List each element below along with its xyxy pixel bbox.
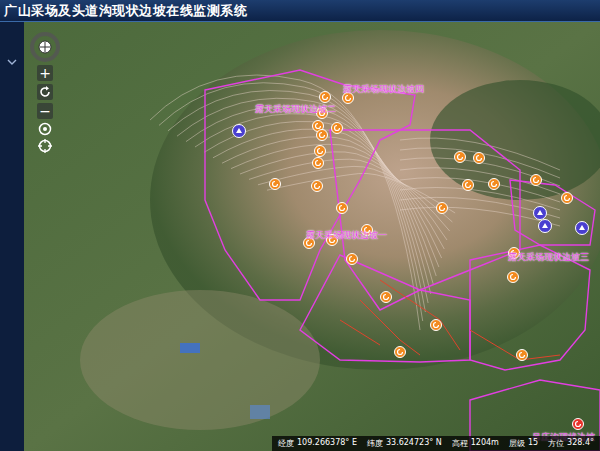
- monitor-pin-icon[interactable]: [562, 193, 573, 204]
- station-pin-icon[interactable]: [539, 220, 552, 233]
- status-label: 方位: [548, 438, 564, 449]
- pin-dot[interactable]: [343, 93, 354, 104]
- zoom-out-button[interactable]: −: [37, 103, 53, 119]
- pin-dot[interactable]: [534, 207, 547, 220]
- locate-icon[interactable]: [38, 122, 52, 136]
- pin-dot[interactable]: [233, 125, 246, 138]
- pin-dot[interactable]: [347, 254, 358, 265]
- monitor-pin-icon[interactable]: [337, 203, 348, 214]
- area-label: 露天采场现状边坡一: [306, 230, 387, 241]
- monitor-pin-icon[interactable]: [437, 203, 448, 214]
- compass-icon[interactable]: [30, 32, 60, 62]
- monitor-pin-icon[interactable]: [347, 254, 358, 265]
- refresh-icon[interactable]: [37, 84, 53, 100]
- status-item: 经度109.266378° E: [278, 438, 357, 449]
- pin-dot[interactable]: [395, 347, 406, 358]
- pin-dot[interactable]: [463, 180, 474, 191]
- pin-dot[interactable]: [315, 146, 326, 157]
- monitor-pin-icon[interactable]: [312, 181, 323, 192]
- status-item: 方位328.4°: [548, 438, 594, 449]
- monitor-pin-icon[interactable]: [395, 347, 406, 358]
- monitor-pin-icon[interactable]: [463, 180, 474, 191]
- pin-dot[interactable]: [312, 181, 323, 192]
- monitor-pin-icon[interactable]: [320, 92, 331, 103]
- status-bar: 经度109.266378° E 纬度33.624723° N 高程1204m 层级15…: [272, 436, 600, 451]
- monitor-pin-icon[interactable]: [517, 350, 528, 361]
- area-label: 露天采场现状边坡四: [343, 84, 424, 95]
- pin-dot[interactable]: [489, 179, 500, 190]
- zoom-in-button[interactable]: +: [37, 65, 53, 81]
- sidebar: [0, 22, 24, 451]
- alarm-pin-icon[interactable]: [573, 419, 584, 430]
- monitor-pin-icon[interactable]: [332, 123, 343, 134]
- monitor-pin-icon[interactable]: [381, 292, 392, 303]
- pin-dot[interactable]: [576, 222, 589, 235]
- pin-dot[interactable]: [317, 130, 328, 141]
- station-pin-icon[interactable]: [534, 207, 547, 220]
- pin-dot[interactable]: [381, 292, 392, 303]
- monitor-pin-icon[interactable]: [489, 179, 500, 190]
- status-label: 层级: [509, 438, 525, 449]
- monitor-pin-icon[interactable]: [508, 272, 519, 283]
- pin-dot[interactable]: [562, 193, 573, 204]
- monitor-pin-icon[interactable]: [431, 320, 442, 331]
- pin-dot[interactable]: [508, 272, 519, 283]
- status-label: 经度: [278, 438, 294, 449]
- monitor-pin-icon[interactable]: [270, 179, 281, 190]
- pin-dot[interactable]: [431, 320, 442, 331]
- map[interactable]: 露天采场现状边坡四露天采场现状边坡二露天采场现状边坡一露天采场现状边坡三吊庄沟现…: [24, 22, 600, 451]
- pin-dot[interactable]: [474, 153, 485, 164]
- pin-dot[interactable]: [313, 158, 324, 169]
- status-value: 33.624723° N: [386, 438, 442, 449]
- status-label: 高程: [452, 438, 468, 449]
- status-value: 109.266378° E: [297, 438, 357, 449]
- status-value: 15: [528, 438, 538, 449]
- area-label: 露天采场现状边坡二: [255, 104, 336, 115]
- map-controls: + −: [30, 32, 60, 153]
- monitor-pin-icon[interactable]: [455, 152, 466, 163]
- station-pin-icon[interactable]: [233, 125, 246, 138]
- pin-dot[interactable]: [337, 203, 348, 214]
- pin-dot[interactable]: [531, 175, 542, 186]
- monitor-pin-icon[interactable]: [343, 93, 354, 104]
- monitor-pin-icon[interactable]: [313, 158, 324, 169]
- target-icon[interactable]: [38, 139, 52, 153]
- pin-dot[interactable]: [539, 220, 552, 233]
- monitor-pin-icon[interactable]: [317, 130, 328, 141]
- app-title: 广山采场及头道沟现状边坡在线监测系统: [4, 2, 247, 20]
- pin-dot[interactable]: [437, 203, 448, 214]
- monitor-pin-icon[interactable]: [531, 175, 542, 186]
- monitor-pin-icon[interactable]: [474, 153, 485, 164]
- pin-dot[interactable]: [270, 179, 281, 190]
- status-value: 1204m: [471, 438, 499, 449]
- status-item: 层级15: [509, 438, 538, 449]
- area-label: 露天采场现状边坡三: [508, 252, 589, 263]
- pin-dot[interactable]: [455, 152, 466, 163]
- pin-dot[interactable]: [332, 123, 343, 134]
- monitor-pin-icon[interactable]: [315, 146, 326, 157]
- status-item: 高程1204m: [452, 438, 499, 449]
- expand-chevron-icon[interactable]: [7, 58, 17, 66]
- title-bar: 广山采场及头道沟现状边坡在线监测系统: [0, 0, 600, 22]
- status-value: 328.4°: [567, 438, 594, 449]
- station-pin-icon[interactable]: [576, 222, 589, 235]
- status-item: 纬度33.624723° N: [367, 438, 442, 449]
- pin-dot[interactable]: [320, 92, 331, 103]
- status-label: 纬度: [367, 438, 383, 449]
- pin-dot[interactable]: [573, 419, 584, 430]
- pin-dot[interactable]: [517, 350, 528, 361]
